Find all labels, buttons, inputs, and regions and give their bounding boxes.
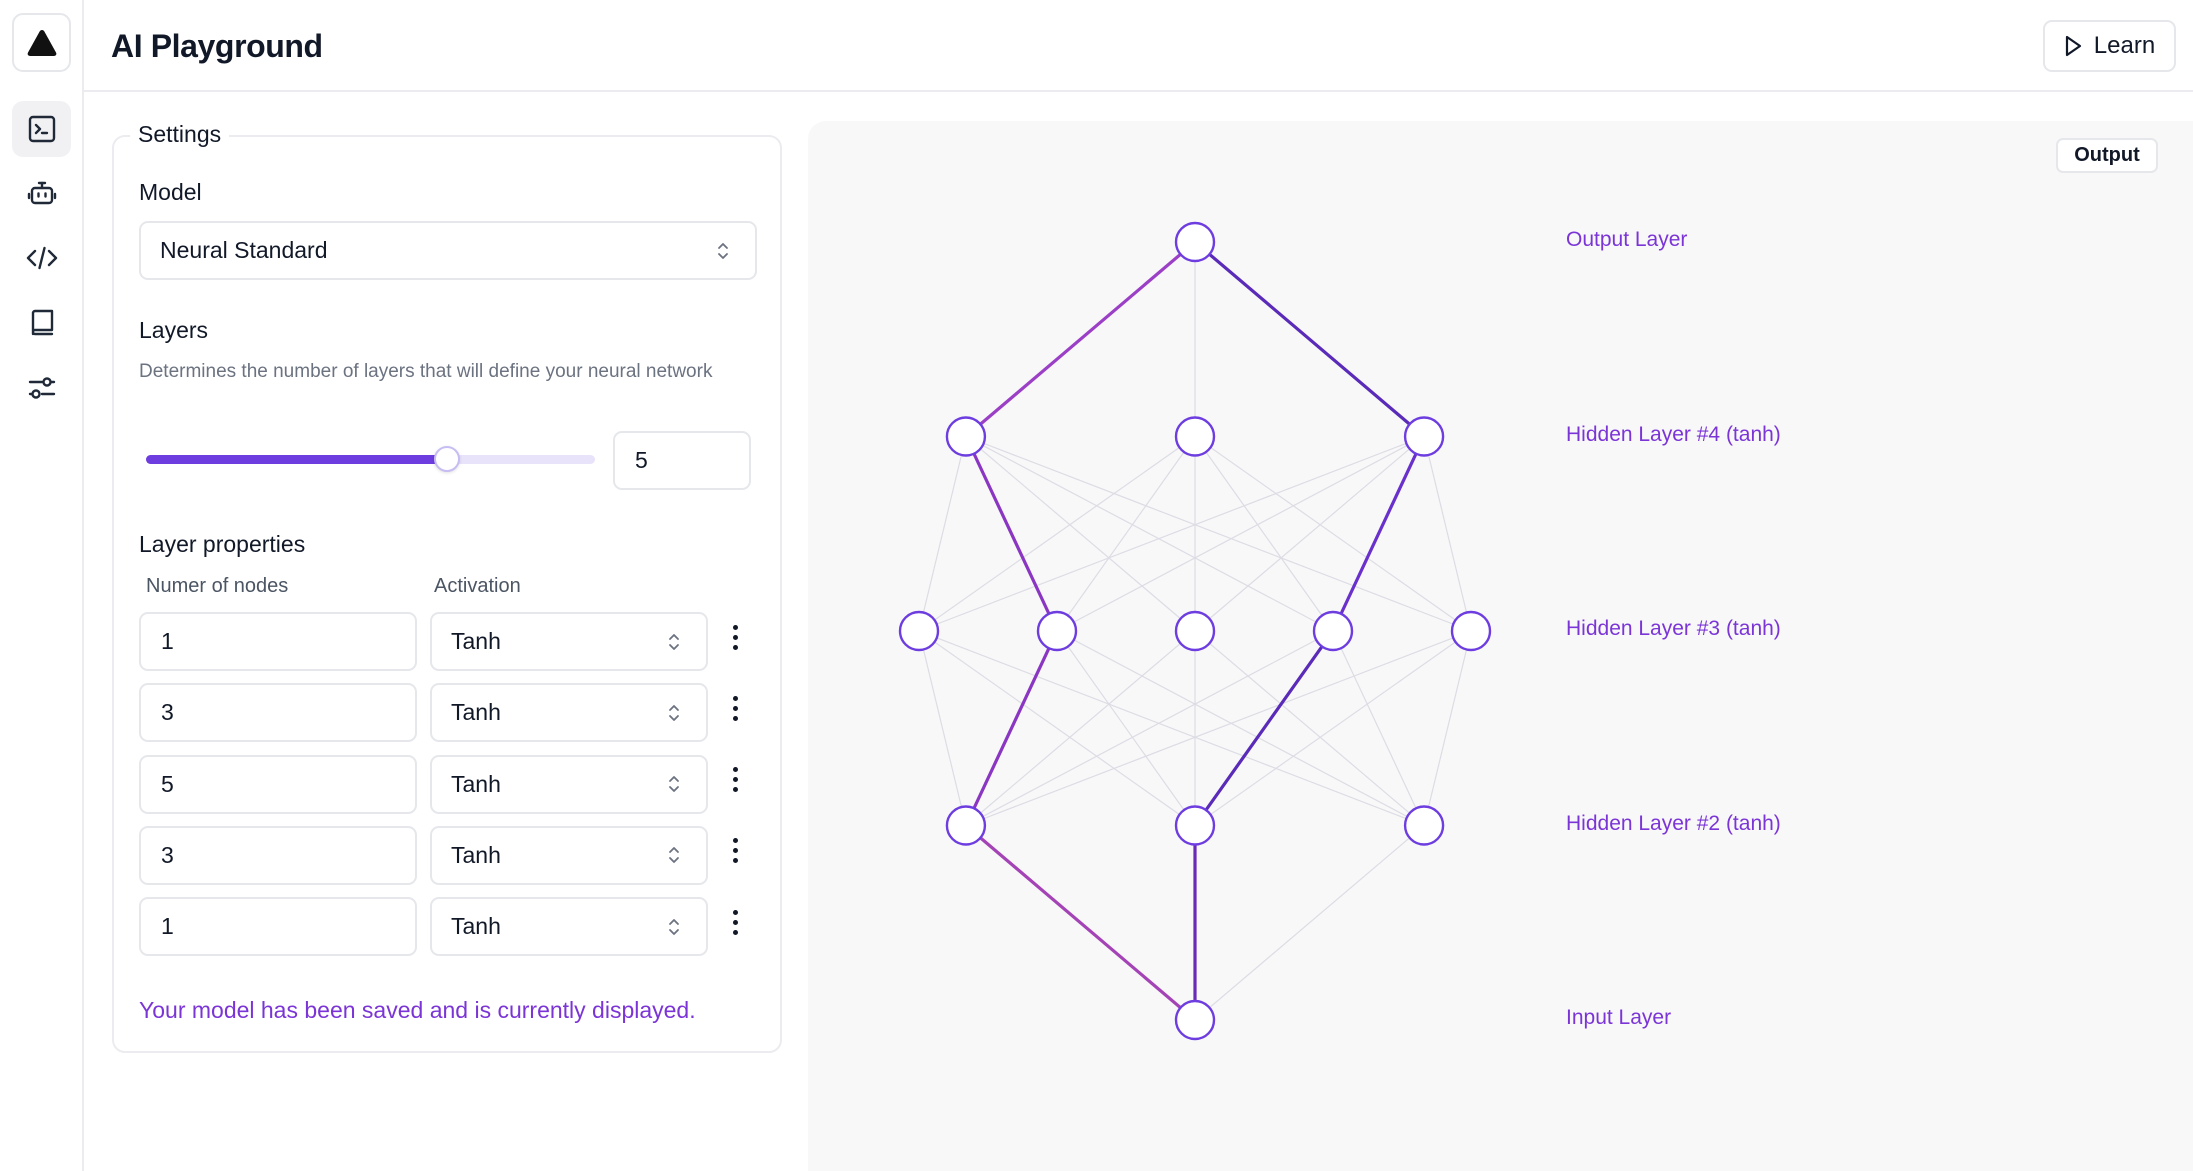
network-edge-active [964,240,1197,438]
network-edge [965,630,1196,826]
layer-label: Output Layer [1566,228,1688,251]
network-edge [1056,630,1196,826]
layer-label: Hidden Layer #3 (tanh) [1566,617,1781,640]
network-edge [965,436,1196,632]
network-edge [965,630,1334,827]
network-diagram [898,221,1492,1041]
network-node[interactable] [1174,999,1216,1041]
network-node[interactable] [1174,416,1216,457]
network-node[interactable] [1312,610,1354,652]
network-edge [1194,630,1472,826]
network-node[interactable] [1450,610,1492,652]
network-edge [1194,436,1425,632]
network-edge-active [1193,630,1335,827]
app-window: AI Playground Learn Settings Model Neura… [0,0,2193,1171]
network-edge [918,630,1425,827]
layer-label: Input Layer [1566,1006,1672,1029]
network-edge-active [964,824,1197,1022]
network-edge [1194,630,1425,826]
network-edge [1423,436,1472,632]
network-node[interactable] [1036,610,1078,652]
network-edge [1423,630,1472,826]
network-node[interactable] [1403,805,1445,846]
network-edge [1194,436,1472,632]
network-edge [918,630,967,826]
layer-label: Hidden Layer #4 (tanh) [1566,422,1781,446]
network-edge [965,435,1334,632]
network-node[interactable] [898,610,940,652]
network-edge [1056,436,1196,632]
network-edge [1194,436,1334,632]
network-edge-active [1193,240,1426,438]
network-node[interactable] [1403,416,1445,457]
network-edge [918,436,1196,632]
network-node[interactable] [1174,221,1216,263]
network-edge [1194,825,1425,1021]
network-edge [918,630,1196,826]
network-edge [1056,630,1425,827]
network-node[interactable] [945,805,987,846]
network-edge [918,436,967,632]
network-edge [1056,435,1425,632]
layer-label: Hidden Layer #2 (tanh) [1566,811,1781,835]
network-node[interactable] [945,416,987,457]
network-node[interactable] [1174,610,1216,652]
network-node[interactable] [1174,805,1216,846]
